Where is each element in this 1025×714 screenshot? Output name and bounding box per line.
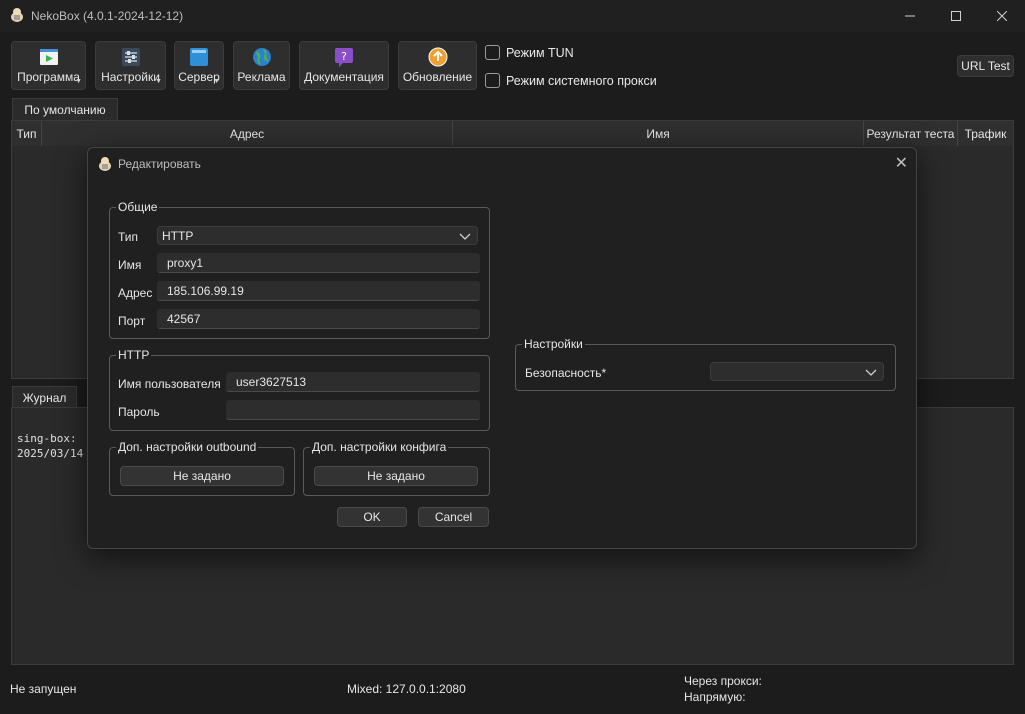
- close-button[interactable]: [979, 0, 1025, 32]
- server-menu-button[interactable]: Сервер ▼: [174, 41, 224, 90]
- name-field[interactable]: proxy1: [157, 253, 480, 273]
- type-label: Тип: [118, 230, 139, 244]
- help-icon: ?: [335, 48, 353, 67]
- server-icon: [190, 48, 208, 66]
- update-label: Обновление: [402, 70, 473, 84]
- ads-label: Реклама: [237, 70, 286, 84]
- general-legend: Общие: [116, 200, 160, 214]
- password-field[interactable]: [226, 400, 480, 420]
- log-line: 2025/03/14: [17, 447, 84, 460]
- config-legend: Доп. настройки конфига: [310, 440, 449, 454]
- column-header-test-result[interactable]: Результат теста: [864, 121, 958, 146]
- column-header-type[interactable]: Тип: [12, 121, 42, 146]
- security-select[interactable]: [710, 362, 884, 381]
- security-label: Безопасность*: [525, 366, 607, 380]
- update-icon: [428, 47, 447, 67]
- svg-text:?: ?: [341, 50, 347, 63]
- tun-mode-label: Режим TUN: [506, 45, 574, 60]
- chevron-down-icon: [865, 369, 877, 376]
- update-button[interactable]: Обновление: [398, 41, 477, 90]
- type-select[interactable]: HTTP: [157, 226, 478, 245]
- tab-log[interactable]: Журнал: [12, 386, 77, 408]
- dropdown-arrow-icon: ▼: [213, 78, 220, 85]
- username-field[interactable]: user3627513: [226, 372, 480, 392]
- status-mixed-port: Mixed: 127.0.0.1:2080: [347, 682, 466, 696]
- log-text: sing-box: 2025/03/14: [17, 431, 83, 461]
- checkbox-box[interactable]: [485, 73, 500, 88]
- address-field[interactable]: 185.106.99.19: [157, 281, 480, 301]
- sliders-icon: [121, 48, 140, 66]
- maximize-icon: [951, 11, 961, 21]
- dialog-close-icon[interactable]: ✕: [895, 153, 908, 173]
- globe-icon: [252, 48, 271, 66]
- app-icon: [11, 8, 23, 22]
- name-label: Имя: [118, 258, 142, 272]
- column-header-name[interactable]: Имя: [453, 121, 864, 146]
- minimize-button[interactable]: [887, 0, 933, 32]
- maximize-button[interactable]: [933, 0, 979, 32]
- column-header-traffic[interactable]: Трафик: [958, 121, 1013, 146]
- settings-label: Настройки: [101, 70, 160, 84]
- ok-button[interactable]: OK: [337, 507, 407, 527]
- http-legend: HTTP: [116, 348, 152, 362]
- title-bar: NekoBox (4.0.1-2024-12-12): [0, 0, 1025, 32]
- dropdown-arrow-icon: ▼: [75, 78, 82, 85]
- url-test-button[interactable]: URL Test: [957, 55, 1014, 77]
- dropdown-arrow-icon: ▼: [155, 78, 162, 85]
- system-proxy-checkbox[interactable]: Режим системного прокси: [485, 73, 657, 88]
- log-line: sing-box:: [17, 432, 77, 445]
- outbound-settings-button[interactable]: Не задано: [120, 466, 284, 486]
- port-field[interactable]: 42567: [157, 309, 480, 329]
- status-direct: Напрямую:: [684, 690, 746, 704]
- password-label: Пароль: [118, 405, 160, 419]
- play-icon: [39, 49, 58, 65]
- status-state: Не запущен: [10, 682, 77, 696]
- docs-button[interactable]: ? Документация: [299, 41, 389, 90]
- tun-mode-checkbox[interactable]: Режим TUN: [485, 45, 574, 60]
- close-icon: [997, 11, 1007, 21]
- tab-default-group[interactable]: По умолчанию: [12, 98, 118, 120]
- window-title: NekoBox (4.0.1-2024-12-12): [31, 9, 184, 23]
- outbound-legend: Доп. настройки outbound: [116, 440, 259, 454]
- dialog-title: Редактировать: [118, 157, 201, 171]
- ads-button[interactable]: Реклама: [233, 41, 290, 90]
- port-label: Порт: [118, 314, 146, 328]
- checkbox-box[interactable]: [485, 45, 500, 60]
- username-label: Имя пользователя: [118, 377, 221, 391]
- address-label: Адрес: [118, 286, 153, 300]
- cancel-button[interactable]: Cancel: [418, 507, 489, 527]
- settings-legend: Настройки: [522, 337, 585, 351]
- chevron-down-icon: [459, 233, 471, 240]
- edit-dialog: Редактировать ✕ Общие Тип HTTP Имя proxy…: [87, 147, 917, 549]
- status-via-proxy: Через прокси:: [684, 674, 762, 688]
- program-menu-button[interactable]: Программа ▼: [11, 41, 86, 90]
- app-icon: [99, 157, 111, 171]
- docs-label: Документация: [304, 70, 384, 84]
- program-label: Программа: [17, 70, 80, 84]
- system-proxy-label: Режим системного прокси: [506, 73, 657, 88]
- minimize-icon: [905, 15, 915, 17]
- config-settings-button[interactable]: Не задано: [314, 466, 478, 486]
- settings-menu-button[interactable]: Настройки ▼: [95, 41, 166, 90]
- column-header-address[interactable]: Адрес: [42, 121, 453, 146]
- type-value: HTTP: [162, 228, 194, 243]
